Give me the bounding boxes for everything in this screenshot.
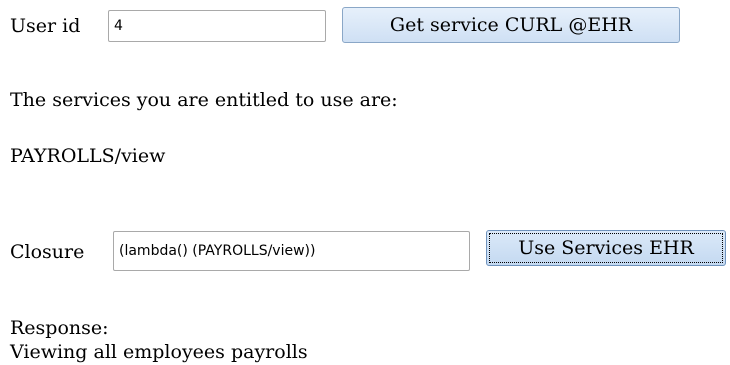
entitled-service: PAYROLLS/view [10, 145, 166, 167]
response-label: Response: [10, 317, 109, 339]
entitlement-intro: The services you are entitled to use are… [10, 89, 398, 111]
closure-label: Closure [10, 241, 85, 263]
use-services-button[interactable]: Use Services EHR [486, 230, 726, 266]
get-service-button[interactable]: Get service CURL @EHR [342, 7, 680, 43]
closure-input[interactable]: (lambda() (PAYROLLS/view)) [113, 231, 470, 271]
user-id-label: User id [10, 15, 81, 37]
response-text: Viewing all employees payrolls [10, 341, 308, 363]
user-id-input[interactable]: 4 [108, 10, 326, 42]
page: User id 4 Get service CURL @EHR The serv… [0, 0, 730, 365]
